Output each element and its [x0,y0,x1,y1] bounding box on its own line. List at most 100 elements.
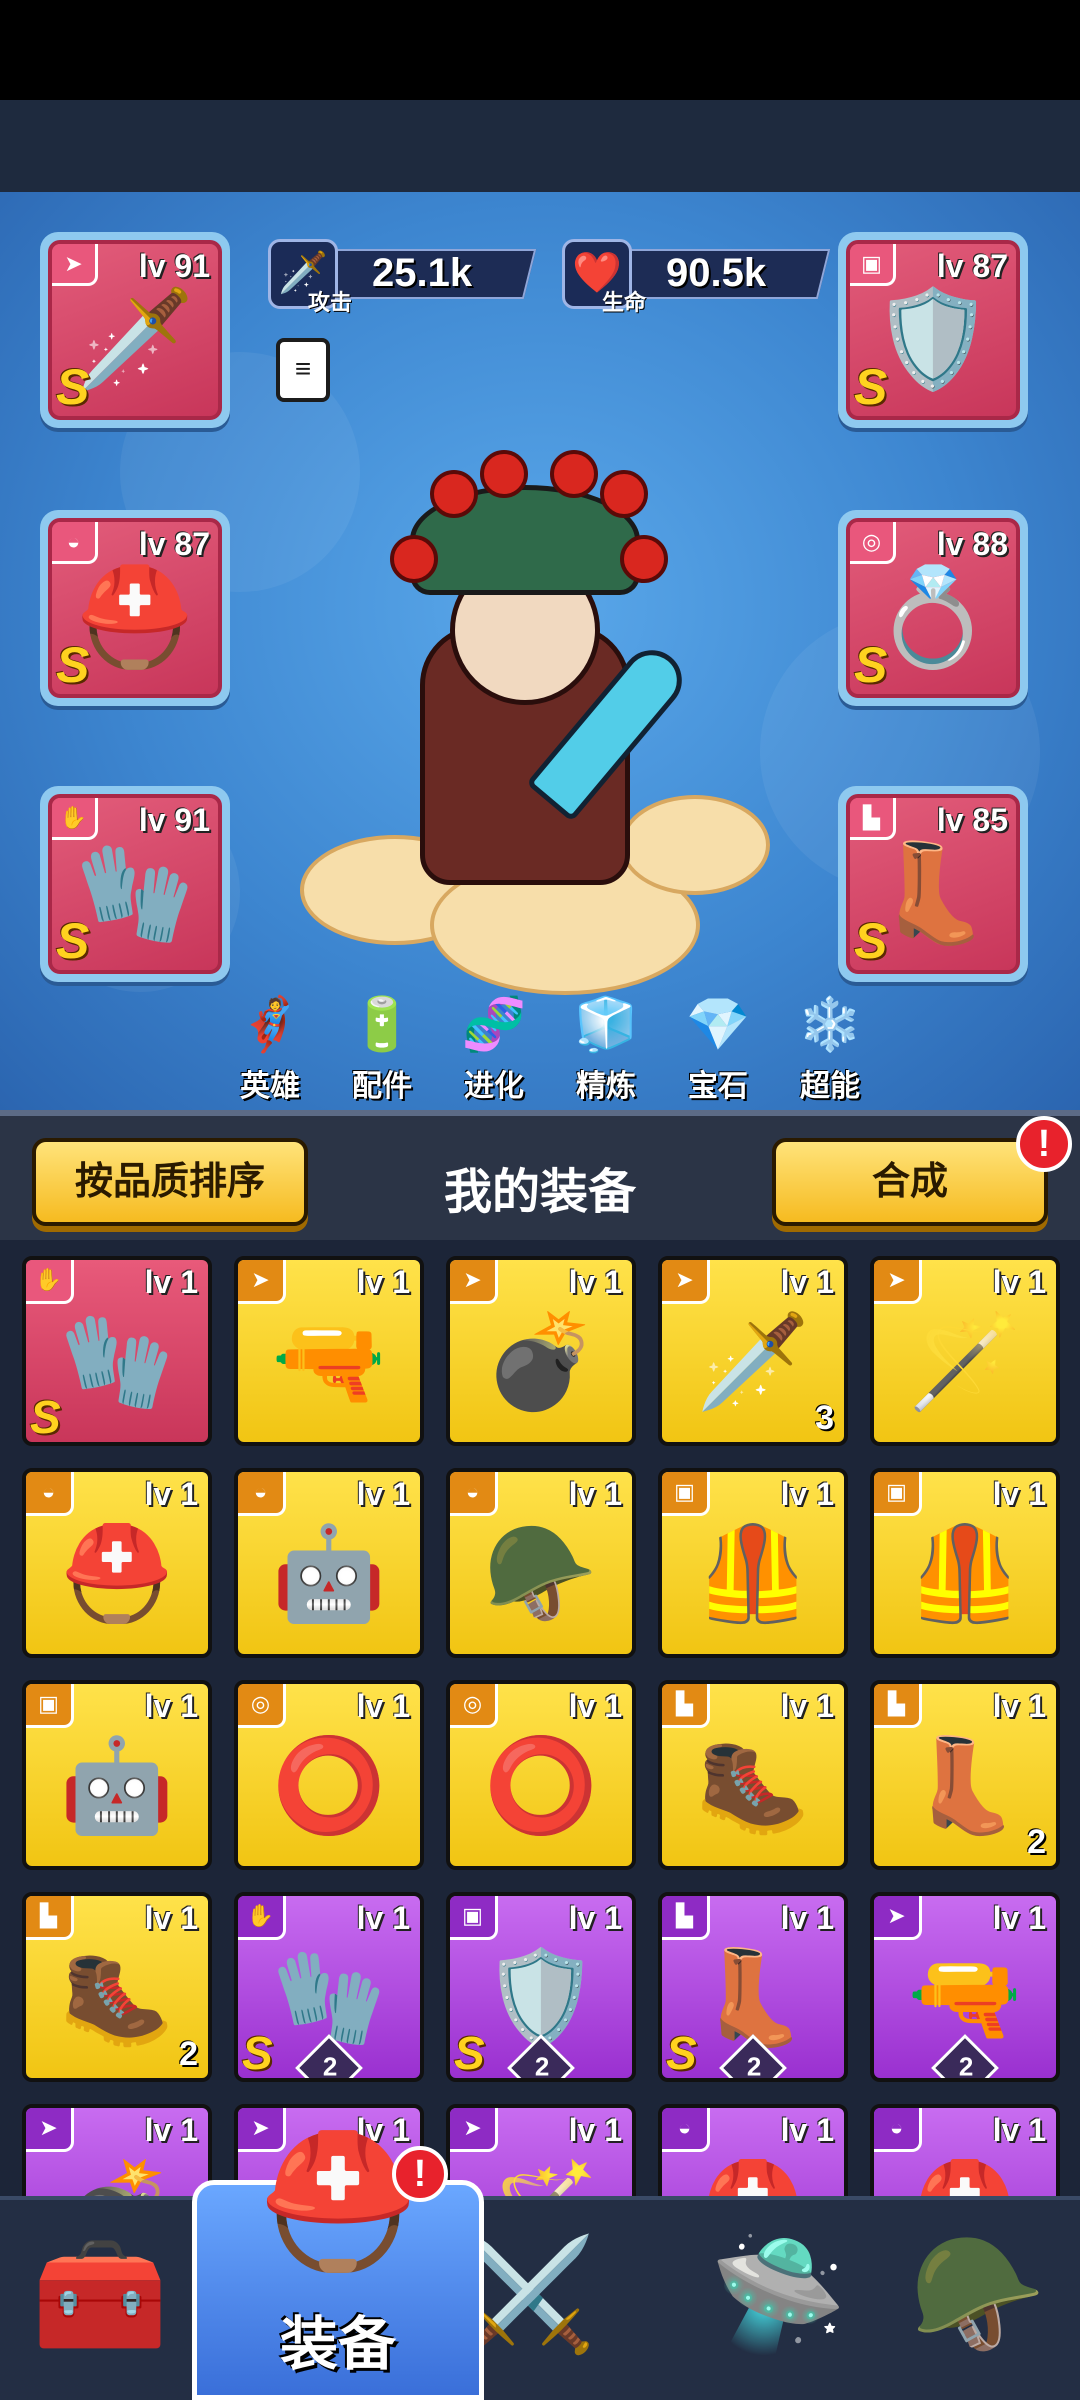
item-level: lv 1 [780,1900,834,1936]
item-type-icon: ◒ [26,1472,74,1516]
item-level: lv 1 [356,1900,410,1936]
hero-menu-item[interactable]: 🧊 精炼 [556,985,656,1105]
item-type-icon: ✋ [26,1260,74,1304]
item-grade: S [854,913,888,969]
inventory-item[interactable]: ▣ 🤖 lv 1 [22,1680,212,1870]
hero-menu-item[interactable]: 🦸 英雄 [220,985,320,1105]
hero-character[interactable] [300,450,780,1015]
item-type-icon: ▙ [26,1896,74,1940]
inventory-item[interactable]: ▙ 🥾 lv 1 [658,1680,848,1870]
hero-pompom [430,470,478,518]
item-type-icon: ➤ [450,1260,498,1304]
hero-menu-item[interactable]: 🔋 配件 [332,985,432,1105]
item-count: 2 [322,2051,338,2082]
item-level: lv 1 [568,2112,622,2148]
helmet-icon: ⛑️ [696,2164,811,2200]
inventory-item[interactable]: ▙ 👢 lv 1 S 2 [658,1892,848,2082]
slot-frame: ➤ 🗡️ lv 91 S [48,240,222,420]
item-level: lv 1 [780,1688,834,1724]
bronze-belt-icon: ⭕ [271,1734,387,1837]
inventory-item[interactable]: ▙ 👢 lv 1 2 [870,1680,1060,1870]
nav-shop[interactable]: 🧰 [10,2220,190,2390]
item-level: lv 91 [138,248,210,284]
equipped-slot-boots[interactable]: ▙ 👢 lv 85 S [838,786,1028,982]
hp-stat: ❤️ 90.5k 生命 [562,239,832,315]
hero-menu-label: 英雄 [240,1070,300,1103]
inventory-item[interactable]: ➤ 🪄 lv 1 [870,1256,1060,1446]
item-type-icon: ◒ [662,2108,710,2152]
item-level: lv 1 [356,1688,410,1724]
inventory-item[interactable]: ➤ 💣 lv 1 [22,2104,212,2200]
refine-icon: 🧊 [573,996,639,1054]
inventory-item[interactable]: ◒ 🪖 lv 1 [446,1468,636,1658]
sort-by-quality-button[interactable]: 按品质排序 [32,1138,308,1226]
hp-value: 90.5k [666,251,767,295]
inventory-item[interactable]: ▙ 🥾 lv 1 2 [22,1892,212,2082]
clipboard-icon[interactable]: ≡ [276,338,330,402]
item-grade: S [454,2027,485,2079]
hero-menu-item[interactable]: 💎 宝石 [668,985,768,1105]
nav-ranking[interactable]: 🪖 [888,2220,1068,2390]
blaster-icon: 🔫 [271,1310,387,1413]
hp-label: 生命 [602,290,647,315]
knight-helmet-icon: ⛑️ [75,564,195,672]
inventory-item[interactable]: ◒ ⛑️ lv 1 [870,2104,1060,2200]
steel-boots-icon: 🥾 [59,1946,175,2049]
item-grade: S [854,359,888,415]
nav-equipment[interactable]: ⛑️ 装备 [192,2128,484,2400]
inventory-item[interactable]: ◒ ⛑️ lv 1 [22,1468,212,1658]
equipped-slot-weapon[interactable]: ➤ 🗡️ lv 91 S [40,232,230,428]
gold-boots-icon: 👢 [695,1946,811,2049]
equipped-slot-helmet[interactable]: ◒ ⛑️ lv 87 S [40,510,230,706]
item-type-icon: ▙ [662,1896,710,1940]
crystal-icon: ❄️ [797,996,863,1054]
item-type-icon: ▙ [662,1684,710,1728]
inventory-item[interactable]: ▣ 🛡️ lv 1 S 2 [446,1892,636,2082]
item-level: lv 1 [992,2112,1046,2148]
inventory-item[interactable]: ➤ 🗡️ lv 1 3 [658,1256,848,1446]
gloves-type-icon: ✋ [52,798,98,840]
merge-button[interactable]: 合成 [772,1138,1048,1226]
gem-icon: 💎 [685,996,751,1054]
nav-equipment-label: 装备 [279,2312,396,2377]
item-count: 2 [534,2051,550,2082]
inventory-item[interactable]: ✋ 🧤 lv 1 S 2 [234,1892,424,2082]
bottom-nav: 🧰 ⚔️ 🛸 🪖 [0,2196,1080,2400]
inventory-item[interactable]: ▣ 🦺 lv 1 [870,1468,1060,1658]
item-level: lv 1 [356,1476,410,1512]
item-level: lv 87 [936,248,1008,284]
nav-ufo[interactable]: 🛸 [688,2220,868,2390]
item-type-icon: ◒ [450,1472,498,1516]
inventory-item[interactable]: ◒ ⛑️ lv 1 [658,2104,848,2200]
gold-helmet-icon: ⛑️ [257,2128,419,2274]
inventory-item[interactable]: ➤ 🔫 lv 1 2 [870,1892,1060,2082]
silver-belt-icon: ⭕ [483,1734,599,1837]
white-boots-icon: 👢 [907,1734,1023,1837]
dark-armor-icon: 🦺 [695,1522,811,1625]
hero-menu-item[interactable]: 🧬 进化 [444,985,544,1105]
helmet-type-icon: ◒ [52,522,98,564]
inventory-item[interactable]: ▣ 🦺 lv 1 [658,1468,848,1658]
item-level: lv 1 [568,1688,622,1724]
equipped-slot-armor[interactable]: ▣ 🛡️ lv 87 S [838,232,1028,428]
purple-boots-icon: 👢 [873,840,993,948]
item-type-icon: ▣ [26,1684,74,1728]
inventory-item[interactable]: ✋ 🧤 lv 1 S [22,1256,212,1446]
hero-menu-label: 精炼 [576,1070,636,1103]
hero-pompom [600,470,648,518]
hero-menu-item[interactable]: ❄️ 超能 [780,985,880,1105]
item-count: 2 [958,2051,974,2082]
inventory-item[interactable]: ◒ 🤖 lv 1 [234,1468,424,1658]
red-boots-icon: 🥾 [695,1734,811,1837]
gauntlet-icon: 🧤 [75,840,195,948]
inventory-item[interactable]: ➤ 🔫 lv 1 [234,1256,424,1446]
inventory-item[interactable]: ➤ 💣 lv 1 [446,1256,636,1446]
inventory-item[interactable]: ◎ ⭕ lv 1 [446,1680,636,1870]
item-level: lv 1 [568,1264,622,1300]
equipped-slot-gloves[interactable]: ✋ 🧤 lv 91 S [40,786,230,982]
equipped-slot-belt[interactable]: ◎ 💍 lv 88 S [838,510,1028,706]
boots-type-icon: ▙ [850,798,896,840]
inventory-item[interactable]: ◎ ⭕ lv 1 [234,1680,424,1870]
top-bar [0,100,1080,192]
staff-icon: 🪄 [907,1310,1023,1413]
